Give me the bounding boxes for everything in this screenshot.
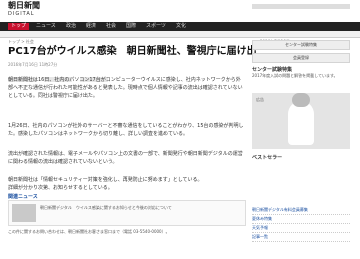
main-nav: トップ ニュース 政治 経済 社会 国際 スポーツ 文化 <box>0 22 360 31</box>
related-news-card[interactable]: 朝日新聞デジタル ウイルス感染に関するお知らせと今後の対応について <box>8 200 246 226</box>
share-tools <box>8 67 244 82</box>
nav-item-economy[interactable]: 経済 <box>86 23 96 30</box>
article-paragraph: 朝日新聞社は16日、社内のパソコン17台がコンピューターウイルスに感染し、社内ネ… <box>8 77 243 99</box>
site-logo-sub: DIGITAL <box>8 11 35 17</box>
article-title: PC17台がウイルス感染 朝日新聞社、警視庁に届け出 <box>8 46 257 57</box>
site-logo[interactable]: 朝日新聞 <box>8 2 40 10</box>
ad-image <box>288 101 314 145</box>
article-paragraph: 1月26日、社内のパソコンが社外のサーバーと不審な通信をしていることがわかり、1… <box>8 123 244 137</box>
sidebar-heading: ベストセラー <box>252 155 283 161</box>
article-paragraph: 流出が確認された情報は、電子メールやパソコン上の文書の一部で、新聞発行や朝日新聞… <box>8 151 243 165</box>
header-search-bar[interactable] <box>252 4 350 9</box>
ad-label: 広告 <box>256 97 264 102</box>
sidebar-section: センター試験特集 2017年度入試の問題と解答を掲載しています。 <box>252 66 350 79</box>
sub-nav <box>0 31 360 38</box>
article-paragraph: 朝日新聞社は「情報セキュリティー対策を強化し、再発防止に努めます」としている。 <box>8 177 203 183</box>
nav-item-news[interactable]: ニュース <box>36 23 56 30</box>
nav-item-sports[interactable]: スポーツ <box>146 23 166 30</box>
nav-item-world[interactable]: 国際 <box>126 23 136 30</box>
sidebar-text[interactable]: 2017年度入試の問題と解答を掲載しています。 <box>252 73 350 79</box>
sidebar-list-item[interactable]: 天気予報 <box>252 224 350 233</box>
article-paragraph: 詳細が分かり次第、お知らせするとしている。 <box>8 185 113 191</box>
related-news-text[interactable]: 朝日新聞デジタル ウイルス感染に関するお知らせと今後の対応について <box>40 205 240 211</box>
sidebar-list: 朝日新聞デジタル有料会員募集 夏休み特集 天気予報 記事一覧 <box>252 206 350 242</box>
related-news-thumbnail <box>12 204 36 222</box>
nav-item-top[interactable]: トップ <box>8 23 30 30</box>
sidebar-list-item[interactable]: 記事一覧 <box>252 233 350 242</box>
breadcrumb[interactable]: トップ > 社会 <box>8 39 34 45</box>
nav-item-society[interactable]: 社会 <box>106 23 116 30</box>
ad-image-head <box>292 93 310 107</box>
sidebar-list-item[interactable]: 夏休み特集 <box>252 215 350 224</box>
article-footer: この件に関するお問い合わせは、朝日新聞社お客さま窓口まで（電話 03-5540-… <box>8 229 170 234</box>
sidebar-ad[interactable]: 広告 <box>252 93 350 149</box>
sidebar-button[interactable]: 会員登録 <box>252 53 350 63</box>
sidebar-heading: センター試験特集 <box>252 67 293 73</box>
site-header: 朝日新聞 DIGITAL <box>0 0 360 22</box>
nav-item-culture[interactable]: 文化 <box>176 23 186 30</box>
sidebar-button[interactable]: センター試験特集 <box>252 40 350 50</box>
sidebar-list-item[interactable]: 朝日新聞デジタル有料会員募集 <box>252 206 350 215</box>
sidebar-buttons: センター試験特集 会員登録 <box>252 40 350 63</box>
related-news-heading: 関連ニュース <box>8 194 38 200</box>
sidebar-section-2: ベストセラー <box>252 154 350 161</box>
nav-item-politics[interactable]: 政治 <box>66 23 76 30</box>
